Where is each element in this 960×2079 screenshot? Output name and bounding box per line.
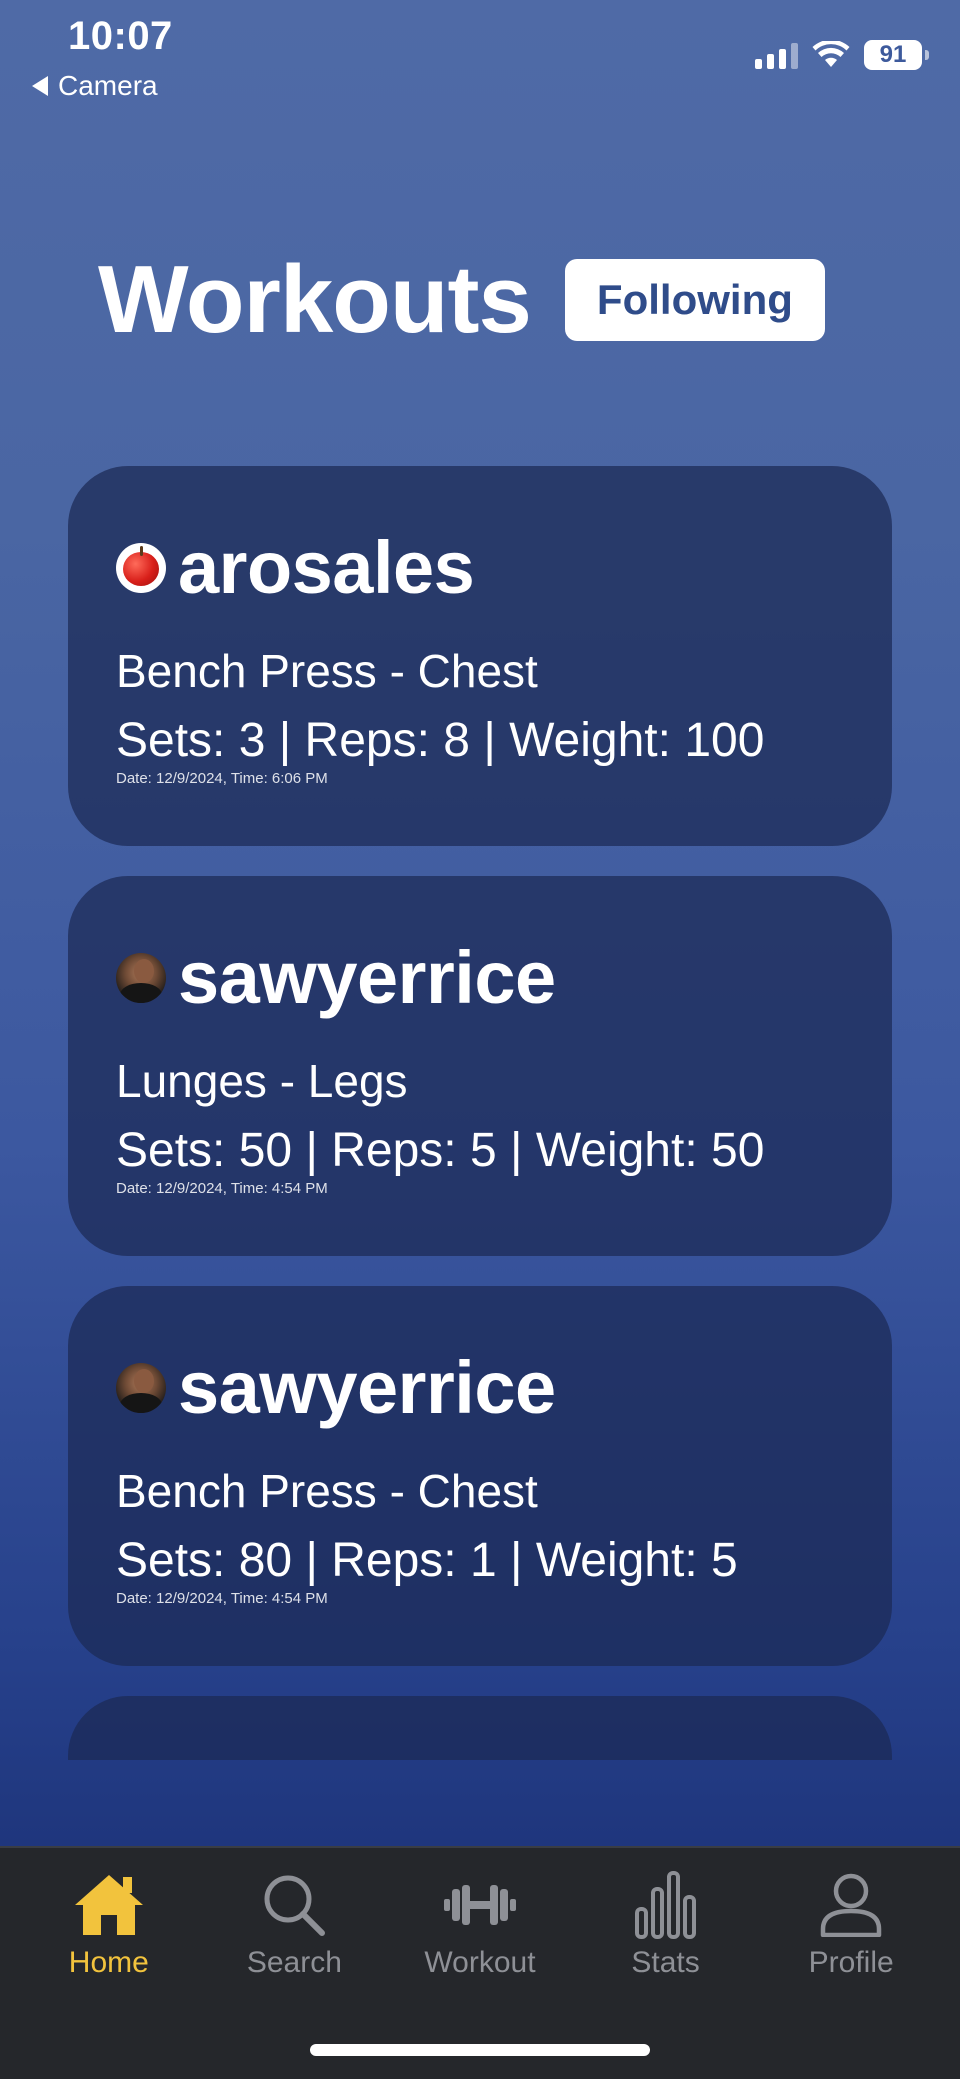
workout-timestamp: Date: 12/9/2024, Time: 4:54 PM — [116, 1180, 328, 1197]
username[interactable]: sawyerrice — [178, 938, 556, 1018]
cellular-signal-icon — [755, 41, 798, 69]
page-header: Workouts Following — [98, 245, 825, 355]
tab-label: Profile — [808, 1946, 894, 1979]
person-photo-avatar[interactable] — [116, 1363, 166, 1413]
status-icons: 91 — [755, 40, 929, 70]
workout-feed[interactable]: arosales Bench Press - Chest Sets: 3 | R… — [68, 466, 892, 1760]
exercise-name: Bench Press - Chest — [116, 1465, 538, 1517]
apple-avatar[interactable] — [116, 543, 166, 593]
back-arrow-icon — [32, 76, 48, 96]
tab-label: Home — [68, 1946, 149, 1979]
workout-card[interactable]: arosales Bench Press - Chest Sets: 3 | R… — [68, 466, 892, 846]
page-title: Workouts — [98, 246, 532, 353]
tab-label: Stats — [631, 1946, 700, 1979]
workout-card[interactable]: sawyerrice Lunges - Legs Sets: 50 | Reps… — [68, 876, 892, 1256]
battery-indicator: 91 — [864, 40, 929, 70]
search-icon — [264, 1875, 326, 1936]
back-app-label: Camera — [58, 70, 158, 101]
tab-bar: Home Search Workout Stats Profile — [0, 1846, 960, 2079]
workout-stats: Sets: 3 | Reps: 8 | Weight: 100 — [116, 714, 765, 767]
home-icon — [74, 1875, 143, 1935]
workout-stats: Sets: 80 | Reps: 1 | Weight: 5 — [116, 1534, 738, 1587]
workout-timestamp: Date: 12/9/2024, Time: 4:54 PM — [116, 1590, 328, 1607]
workout-stats: Sets: 50 | Reps: 5 | Weight: 50 — [116, 1124, 765, 1177]
home-indicator[interactable] — [310, 2044, 650, 2056]
workout-timestamp: Date: 12/9/2024, Time: 6:06 PM — [116, 770, 328, 787]
dumbbell-icon — [443, 1885, 516, 1925]
tab-profile[interactable]: Profile — [761, 1870, 941, 1980]
exercise-name: Lunges - Legs — [116, 1055, 408, 1107]
workout-card-partial[interactable] — [68, 1696, 892, 1760]
username[interactable]: arosales — [178, 528, 475, 608]
status-time: 10:07 — [68, 14, 173, 58]
person-photo-avatar[interactable] — [116, 953, 166, 1003]
username[interactable]: sawyerrice — [178, 1348, 556, 1428]
back-to-camera-link[interactable]: Camera — [32, 70, 158, 102]
workout-card[interactable]: sawyerrice Bench Press - Chest Sets: 80 … — [68, 1286, 892, 1666]
bar-chart-icon — [634, 1871, 696, 1939]
status-bar: 10:07 Camera 91 — [0, 0, 960, 120]
tab-label: Search — [246, 1946, 342, 1979]
exercise-name: Bench Press - Chest — [116, 645, 538, 697]
tab-home[interactable]: Home — [19, 1870, 199, 1980]
following-filter-button[interactable]: Following — [564, 259, 825, 341]
tab-label: Workout — [424, 1946, 536, 1979]
wifi-icon — [812, 41, 850, 67]
card-user-row: arosales — [116, 528, 844, 608]
person-icon — [820, 1873, 882, 1937]
card-user-row: sawyerrice — [116, 1348, 844, 1428]
tab-workout[interactable]: Workout — [390, 1870, 570, 1980]
tab-search[interactable]: Search — [204, 1870, 384, 1980]
card-user-row: sawyerrice — [116, 938, 844, 1018]
tab-stats[interactable]: Stats — [576, 1870, 756, 1980]
